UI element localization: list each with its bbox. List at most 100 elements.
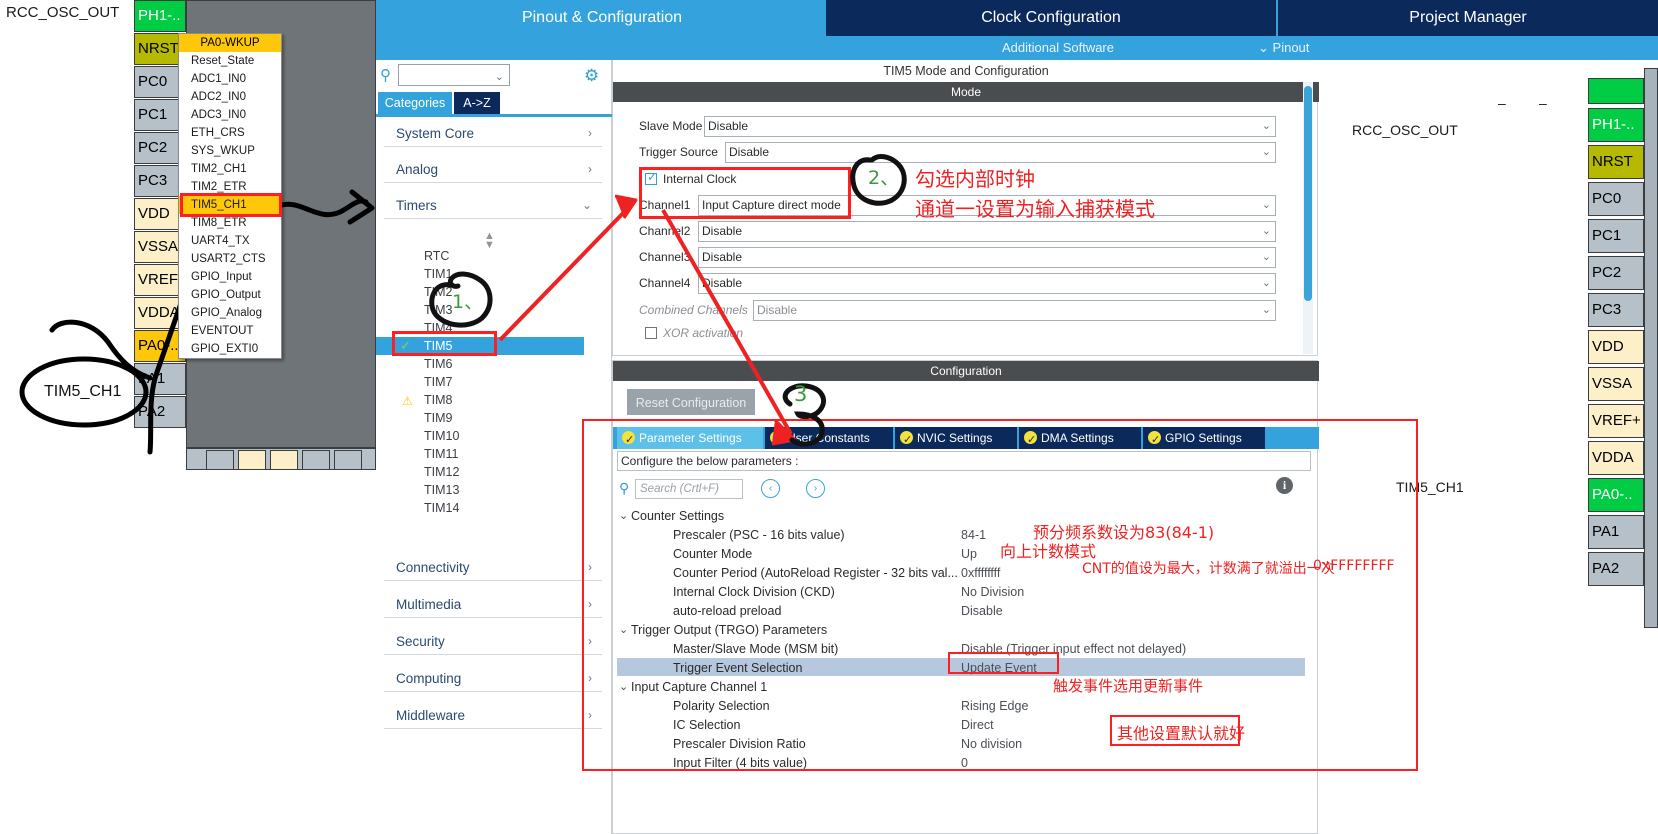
param-value[interactable]: Up bbox=[961, 545, 977, 563]
ip-item-tim6[interactable]: TIM6 bbox=[400, 355, 608, 373]
param-value[interactable]: Direct bbox=[961, 716, 994, 734]
pin-alternate-function-menu[interactable]: PA0-WKUP Reset_State ADC1_IN0 ADC2_IN0 ADC3… bbox=[178, 33, 282, 359]
combo-slave-mode[interactable]: Disable ⌄ bbox=[704, 116, 1276, 137]
category-connectivity[interactable]: Connectivity › bbox=[384, 554, 602, 581]
ip-item-tim8[interactable]: ⚠ TIM8 bbox=[400, 391, 608, 409]
ip-item-tim7[interactable]: TIM7 bbox=[400, 373, 608, 391]
param-name[interactable]: Polarity Selection bbox=[673, 697, 770, 715]
param-value[interactable]: 0xffffffff bbox=[961, 564, 1000, 582]
ip-search-input[interactable]: ⌄ bbox=[398, 64, 510, 86]
param-nav-prev-button[interactable]: ‹ bbox=[761, 479, 780, 498]
context-menu-item-gpio_analog[interactable]: GPIO_Analog bbox=[179, 304, 281, 322]
pin-vssa[interactable]: VSSA bbox=[1588, 367, 1644, 401]
ip-item-tim9[interactable]: TIM9 bbox=[400, 409, 608, 427]
ip-item-tim13[interactable]: TIM13 bbox=[400, 481, 608, 499]
context-menu-item-adc2_in0[interactable]: ADC2_IN0 bbox=[179, 88, 281, 106]
param-group-input-capture-channel-1[interactable]: ⌄ Input Capture Channel 1 bbox=[619, 678, 767, 696]
tab-user-constants[interactable]: User Constants bbox=[765, 427, 893, 451]
pin-pa2[interactable]: PA2 bbox=[134, 396, 186, 428]
ip-item-tim10[interactable]: TIM10 bbox=[400, 427, 608, 445]
pin-above-ph1[interactable] bbox=[1588, 78, 1644, 104]
param-value[interactable]: Rising Edge bbox=[961, 697, 1028, 715]
param-value[interactable]: Update Event bbox=[961, 659, 1037, 677]
subtab-additional-software[interactable]: Additional Software bbox=[958, 36, 1158, 60]
checkbox-xor-activation[interactable] bbox=[645, 327, 657, 339]
pin-pa1[interactable]: PA1 bbox=[134, 363, 186, 395]
tab-pinout-configuration[interactable]: Pinout & Configuration bbox=[378, 0, 826, 36]
ip-item-tim4[interactable]: TIM4 bbox=[400, 319, 608, 337]
param-name[interactable]: Prescaler (PSC - 16 bits value) bbox=[673, 526, 845, 544]
param-name[interactable]: Prescaler Division Ratio bbox=[673, 735, 806, 753]
param-name[interactable]: Counter Period (AutoReload Register - 32… bbox=[673, 564, 958, 582]
chip-pinout-view-left[interactable]: RCC_OSC_OUT PH1-.. NRST PC0 PC1 PC2 PC3 VDD VSS… bbox=[0, 0, 376, 470]
pin-pa2[interactable]: PA2 bbox=[1588, 552, 1644, 586]
param-name[interactable]: Internal Clock Division (CKD) bbox=[673, 583, 835, 601]
context-menu-item-gpio_output[interactable]: GPIO_Output bbox=[179, 286, 281, 304]
mode-scrollbar-thumb[interactable] bbox=[1304, 86, 1312, 301]
tab-project-manager[interactable]: Project Manager bbox=[1278, 0, 1658, 36]
param-name[interactable]: Master/Slave Mode (MSM bit) bbox=[673, 640, 838, 658]
pin-pc0[interactable]: PC0 bbox=[1588, 182, 1644, 216]
param-name[interactable]: Counter Mode bbox=[673, 545, 752, 563]
ip-item-rtc[interactable]: RTC bbox=[400, 247, 608, 265]
pin-ph1[interactable]: PH1-.. bbox=[134, 0, 186, 32]
context-menu-item-tim8_etr[interactable]: TIM8_ETR bbox=[179, 214, 281, 232]
param-name[interactable]: IC Selection bbox=[673, 716, 740, 734]
tab-dma-settings[interactable]: DMA Settings bbox=[1019, 427, 1141, 451]
param-name[interactable]: Input Filter (4 bits value) bbox=[673, 754, 807, 772]
param-name[interactable]: Trigger Event Selection bbox=[673, 659, 802, 677]
category-computing[interactable]: Computing › bbox=[384, 665, 602, 692]
param-group-counter-settings[interactable]: ⌄ Counter Settings bbox=[619, 507, 724, 525]
combo-channel4[interactable]: Disable ⌄ bbox=[698, 273, 1276, 294]
category-security[interactable]: Security › bbox=[384, 628, 602, 655]
tab-gpio-settings[interactable]: GPIO Settings bbox=[1143, 427, 1265, 451]
context-menu-item-tim5_ch1[interactable]: TIM5_CH1 bbox=[179, 196, 281, 214]
ip-item-tim2[interactable]: TIM2 bbox=[400, 283, 608, 301]
pin-vref[interactable]: VREF+ bbox=[1588, 404, 1644, 438]
category-middleware[interactable]: Middleware › bbox=[384, 702, 602, 729]
category-timers[interactable]: Timers ⌄ bbox=[384, 192, 602, 219]
context-menu-item-tim2_etr[interactable]: TIM2_ETR bbox=[179, 178, 281, 196]
tab-a-to-z[interactable]: A->Z bbox=[454, 92, 500, 114]
tab-categories[interactable]: Categories bbox=[378, 92, 452, 114]
param-group-trigger-output-trgo-parameters[interactable]: ⌄ Trigger Output (TRGO) Parameters bbox=[619, 621, 827, 639]
combo-combined-channels[interactable]: Disable ⌄ bbox=[753, 300, 1276, 321]
ip-item-tim1[interactable]: TIM1 bbox=[400, 265, 608, 283]
combo-channel3[interactable]: Disable ⌄ bbox=[698, 247, 1276, 268]
context-menu-item-adc1_in0[interactable]: ADC1_IN0 bbox=[179, 70, 281, 88]
context-menu-item-adc3_in0[interactable]: ADC3_IN0 bbox=[179, 106, 281, 124]
sort-toggle-icon[interactable]: ▲ ▼ bbox=[484, 231, 495, 251]
gear-icon[interactable]: ⚙ bbox=[584, 66, 599, 86]
pin-pc1[interactable]: PC1 bbox=[1588, 219, 1644, 253]
context-menu-item-eventout[interactable]: EVENTOUT bbox=[179, 322, 281, 340]
param-nav-next-button[interactable]: › bbox=[806, 479, 825, 498]
context-menu-item-reset_state[interactable]: Reset_State bbox=[179, 52, 281, 70]
pin-pc3[interactable]: PC3 bbox=[1588, 293, 1644, 327]
combo-channel2[interactable]: Disable ⌄ bbox=[698, 221, 1276, 242]
context-menu-item-sys_wkup[interactable]: SYS_WKUP bbox=[179, 142, 281, 160]
category-multimedia[interactable]: Multimedia › bbox=[384, 591, 602, 618]
reset-configuration-button[interactable]: Reset Configuration bbox=[627, 389, 755, 415]
chip-pinout-view-right[interactable]: PH1-.. NRST PC0 PC1 PC2 PC3 VDD VSSA VREF+ VDDA PA… bbox=[1576, 60, 1658, 834]
param-value[interactable]: Disable bbox=[961, 602, 1003, 620]
checkbox-internal-clock[interactable] bbox=[645, 170, 657, 185]
context-menu-item-usart2_cts[interactable]: USART2_CTS bbox=[179, 250, 281, 268]
pin-ph1[interactable]: PH1-.. bbox=[1588, 108, 1644, 142]
tab-nvic-settings[interactable]: NVIC Settings bbox=[895, 427, 1017, 451]
ip-item-tim3[interactable]: TIM3 bbox=[400, 301, 608, 319]
param-value[interactable]: 0 bbox=[961, 754, 968, 772]
pin-pa1[interactable]: PA1 bbox=[1588, 515, 1644, 549]
category-analog[interactable]: Analog › bbox=[384, 156, 602, 183]
category-system-core[interactable]: System Core › bbox=[384, 120, 602, 147]
ip-item-tim14[interactable]: TIM14 bbox=[400, 499, 608, 517]
context-menu-item-tim2_ch1[interactable]: TIM2_CH1 bbox=[179, 160, 281, 178]
param-value[interactable]: No division bbox=[961, 735, 1022, 753]
ip-item-tim5[interactable]: ✓ TIM5 bbox=[376, 337, 584, 355]
subtab-pinout[interactable]: ⌄ Pinout bbox=[1258, 36, 1378, 60]
info-icon[interactable]: i bbox=[1276, 477, 1293, 494]
param-search-input[interactable]: Search (Crtl+F) bbox=[635, 479, 743, 499]
ip-item-tim11[interactable]: TIM11 bbox=[400, 445, 608, 463]
pin-vdd[interactable]: VDD bbox=[1588, 330, 1644, 364]
param-value[interactable]: 84-1 bbox=[961, 526, 986, 544]
param-value[interactable]: Disable (Trigger input effect not delaye… bbox=[961, 640, 1186, 658]
